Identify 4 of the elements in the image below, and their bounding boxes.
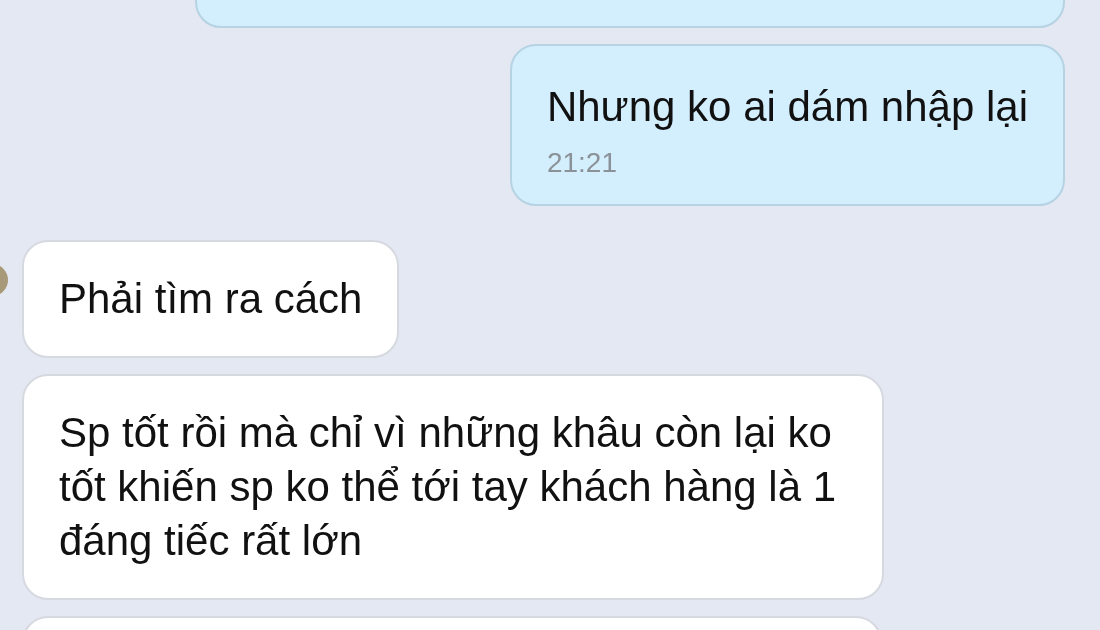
message-text: Sp tốt rồi mà chỉ vì những khâu còn lại ko tốt khiến sp ko thể tới tay khách hàng là 1 đáng tiếc rất lớn	[59, 408, 838, 566]
message-time: 21:21	[546, 148, 618, 178]
message-text: Nhưng ko ai dám nhập lại	[546, 82, 1028, 132]
message-text: Phải tìm ra cách	[59, 274, 363, 324]
